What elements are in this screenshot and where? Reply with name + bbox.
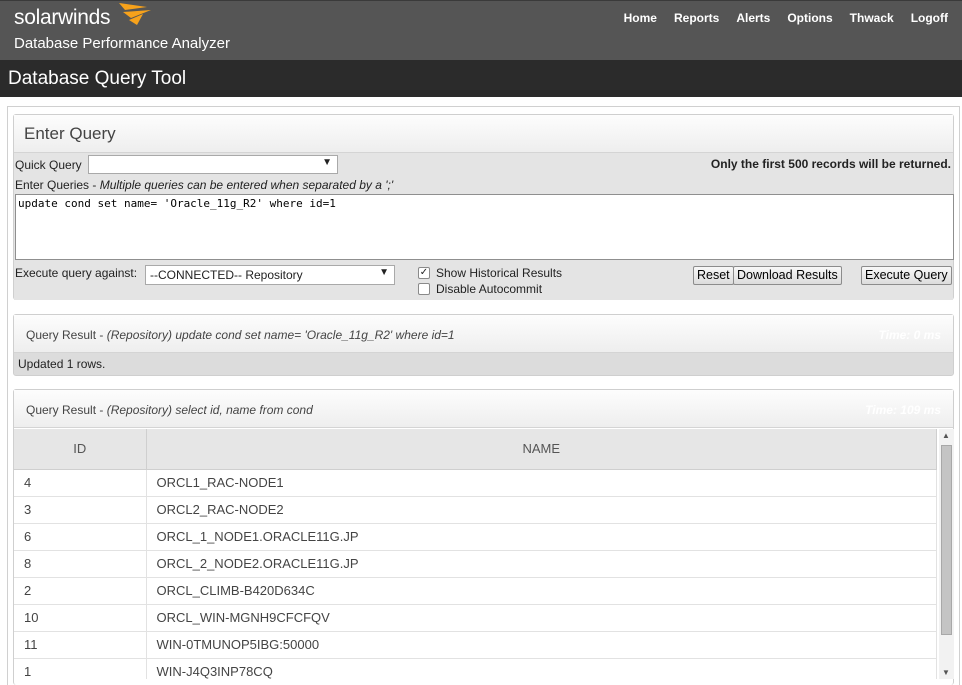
top-header: solarwinds Database Performance Analyzer…	[0, 0, 962, 60]
nav-home[interactable]: Home	[624, 11, 657, 25]
query-result-prefix: Query Result -	[26, 328, 107, 342]
main-nav: Home Reports Alerts Options Thwack Logof…	[624, 11, 948, 25]
product-name: Database Performance Analyzer	[14, 35, 230, 52]
query-result-header-2: Query Result - (Repository) select id, n…	[14, 390, 953, 428]
show-historical-checkbox[interactable]: ✓	[418, 267, 430, 279]
table-row[interactable]: 11 WIN-0TMUNOP5IBG:50000	[14, 631, 937, 659]
table-row[interactable]: 8 ORCL_2_NODE2.ORACLE11G.JP	[14, 550, 937, 578]
column-header-name[interactable]: NAME	[146, 429, 937, 470]
execute-query-button[interactable]: Execute Query	[861, 266, 952, 285]
enter-query-header: Enter Query	[14, 115, 953, 153]
execute-against-select[interactable]: --CONNECTED-- Repository ▼	[145, 265, 395, 285]
cell-name: ORCL_CLIMB-B420D634C	[146, 577, 937, 605]
results-table-container: ID NAME 4 ORCL1_RAC-NODE1 3 ORCL2_RAC-NODE2…	[14, 429, 937, 679]
page-title: Database Query Tool	[8, 68, 187, 89]
cell-id: 4	[14, 469, 147, 497]
cell-id: 3	[14, 496, 147, 524]
cell-id: 11	[14, 631, 147, 659]
cell-name: ORCL1_RAC-NODE1	[146, 469, 937, 497]
table-row[interactable]: 6 ORCL_1_NODE1.ORACLE11G.JP	[14, 523, 937, 551]
cell-name: ORCL2_RAC-NODE2	[146, 496, 937, 524]
query-result-title-2: Query Result - (Repository) select id, n…	[26, 403, 313, 417]
dropdown-arrow-icon: ▼	[379, 267, 389, 278]
checkmark-icon: ✓	[419, 267, 429, 278]
cell-name: ORCL_1_NODE1.ORACLE11G.JP	[146, 523, 937, 551]
query-result-panel-1: Query Result - (Repository) update cond …	[13, 314, 954, 376]
table-row[interactable]: 3 ORCL2_RAC-NODE2	[14, 496, 937, 524]
enter-query-title: Enter Query	[24, 124, 116, 143]
query-result-header-1: Query Result - (Repository) update cond …	[14, 315, 953, 353]
cell-name: ORCL_WIN-MGNH9CFCFQV	[146, 604, 937, 632]
cell-name: WIN-0TMUNOP5IBG:50000	[146, 631, 937, 659]
query-time-1: Time: 0 ms	[878, 328, 941, 342]
disable-autocommit-label: Disable Autocommit	[436, 282, 543, 296]
download-results-button[interactable]: Download Results	[733, 266, 842, 285]
enter-queries-label: Enter Queries - Multiple queries can be …	[15, 178, 393, 192]
show-historical-label: Show Historical Results	[436, 266, 563, 280]
record-limit-notice: Only the first 500 records will be retur…	[710, 157, 951, 171]
quick-query-label: Quick Query	[15, 158, 82, 172]
cell-id: 6	[14, 523, 147, 551]
table-scrollbar[interactable]: ▲ ▼	[939, 429, 954, 679]
cell-id: 2	[14, 577, 147, 605]
execute-against-label: Execute query against:	[15, 266, 138, 280]
table-row[interactable]: 1 WIN-J4Q3INP78CQ	[14, 658, 937, 679]
query-input[interactable]: update cond set name= 'Oracle_11g_R2' wh…	[15, 194, 954, 260]
enter-queries-hint: Multiple queries can be entered when sep…	[99, 178, 394, 192]
disable-autocommit-checkbox[interactable]	[418, 283, 430, 295]
nav-alerts[interactable]: Alerts	[736, 11, 770, 25]
results-table: ID NAME 4 ORCL1_RAC-NODE1 3 ORCL2_RAC-NODE2…	[14, 429, 937, 679]
cell-name: ORCL_2_NODE2.ORACLE11G.JP	[146, 550, 937, 578]
reset-button[interactable]: Reset	[693, 266, 734, 285]
nav-options[interactable]: Options	[787, 11, 832, 25]
nav-logoff[interactable]: Logoff	[911, 11, 948, 25]
cell-id: 10	[14, 604, 147, 632]
cell-id: 1	[14, 658, 147, 679]
dropdown-arrow-icon: ▼	[322, 157, 332, 168]
query-result-panel-2: Query Result - (Repository) select id, n…	[13, 389, 954, 685]
nav-thwack[interactable]: Thwack	[850, 11, 894, 25]
scroll-up-icon[interactable]: ▲	[942, 431, 950, 440]
enter-queries-text: Enter Queries -	[15, 178, 100, 192]
query-time-2: Time: 109 ms	[865, 403, 941, 417]
cell-name: WIN-J4Q3INP78CQ	[146, 658, 937, 679]
quick-query-select[interactable]: ▼	[88, 155, 338, 174]
query-result-title-1: Query Result - (Repository) update cond …	[26, 328, 455, 342]
solarwinds-logo-icon	[119, 3, 151, 25]
brand-logo: solarwinds	[14, 6, 111, 29]
query-result-prefix: Query Result -	[26, 403, 107, 417]
column-header-id[interactable]: ID	[14, 429, 147, 470]
table-row[interactable]: 4 ORCL1_RAC-NODE1	[14, 469, 937, 497]
enter-query-body: Quick Query ▼ Only the first 500 records…	[14, 153, 954, 300]
enter-query-panel: Enter Query Quick Query ▼ Only the first…	[13, 114, 954, 300]
execute-against-value: --CONNECTED-- Repository	[150, 268, 303, 282]
scroll-down-icon[interactable]: ▼	[942, 668, 950, 677]
page-title-bar: Database Query Tool	[0, 60, 962, 97]
query-result-message: Updated 1 rows.	[14, 353, 953, 374]
table-header-row: ID NAME	[14, 429, 937, 470]
scrollbar-thumb[interactable]	[941, 445, 952, 635]
query-result-detail: (Repository) select id, name from cond	[106, 403, 313, 417]
nav-reports[interactable]: Reports	[674, 11, 719, 25]
table-row[interactable]: 2 ORCL_CLIMB-B420D634C	[14, 577, 937, 605]
table-row[interactable]: 10 ORCL_WIN-MGNH9CFCFQV	[14, 604, 937, 632]
cell-id: 8	[14, 550, 147, 578]
query-result-detail: (Repository) update cond set name= 'Orac…	[106, 328, 455, 342]
